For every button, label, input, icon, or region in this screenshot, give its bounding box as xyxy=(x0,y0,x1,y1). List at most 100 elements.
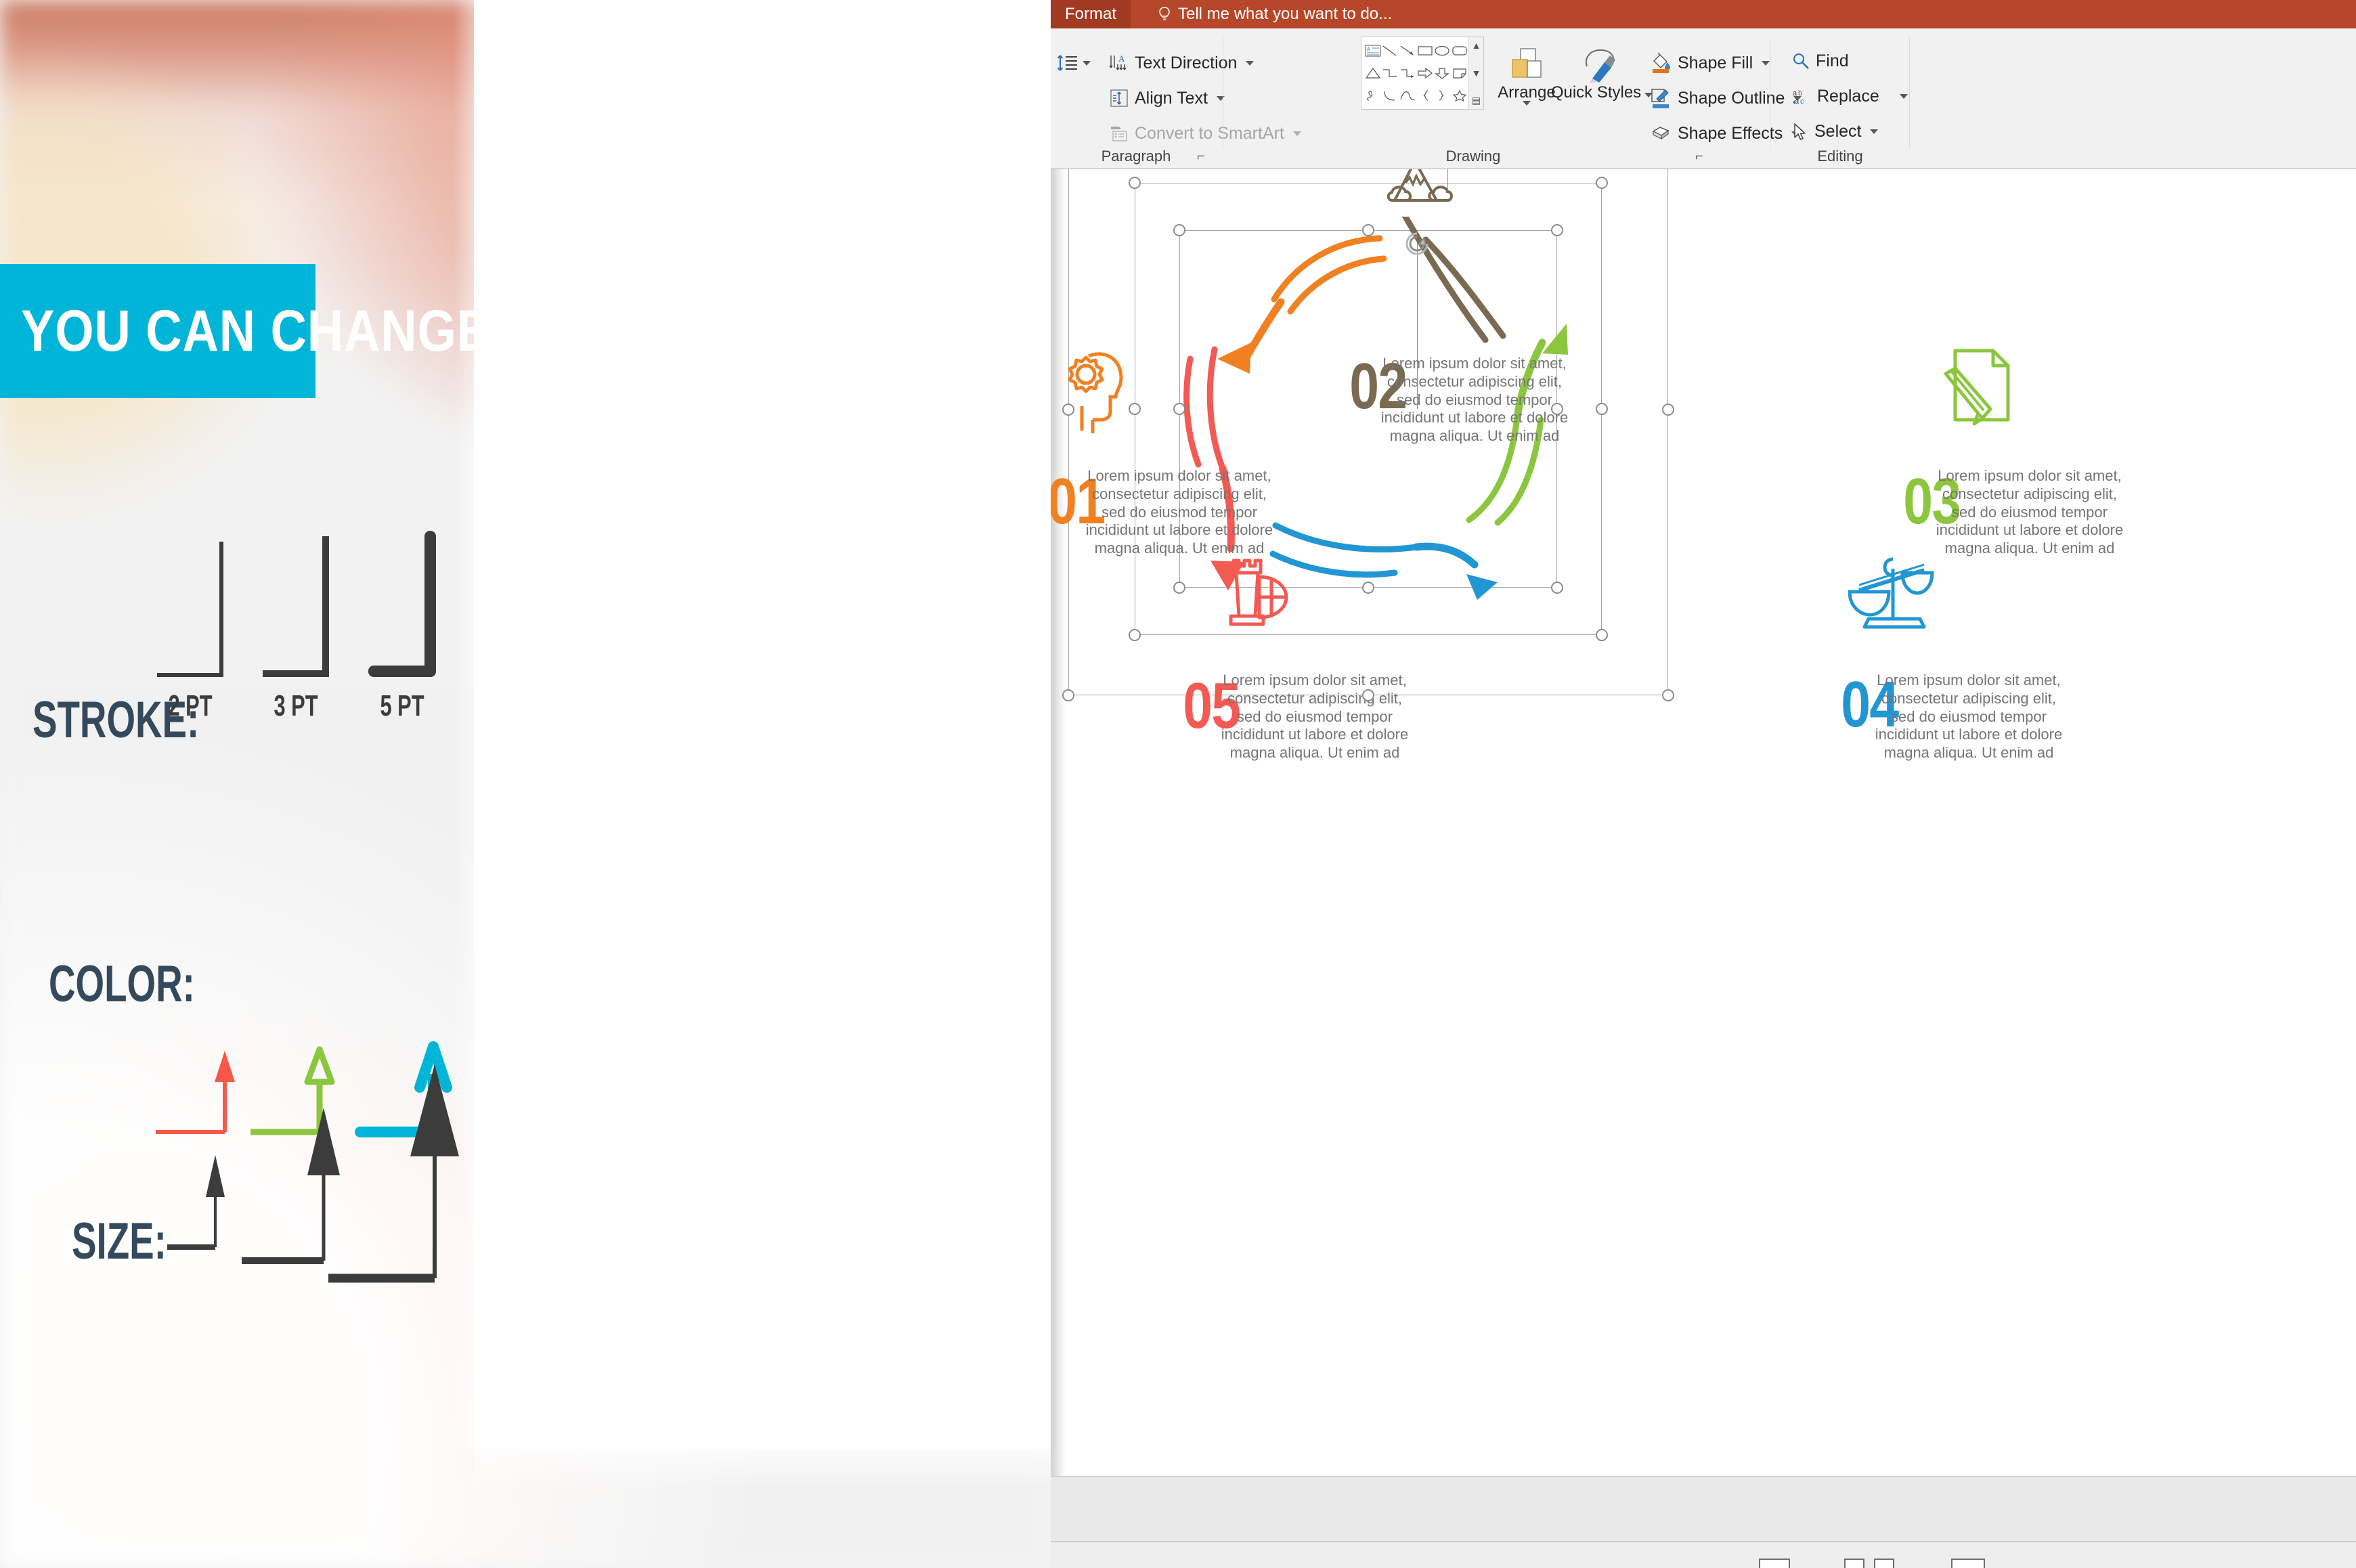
balance-scale-icon xyxy=(1848,557,1934,629)
paragraph-dialog-launcher[interactable]: ⌐ xyxy=(1197,149,1212,164)
group-label-paragraph: Paragraph xyxy=(1101,148,1171,165)
resize-handle[interactable] xyxy=(1062,689,1074,701)
tell-me-box[interactable]: Tell me what you want to do... xyxy=(1158,0,1392,28)
stroke-sample-2pt xyxy=(157,542,223,677)
shape-left-brace[interactable] xyxy=(1416,84,1434,106)
stroke-sample-5pt xyxy=(368,531,436,677)
select-button[interactable]: Select xyxy=(1791,122,1879,141)
resize-handle[interactable] xyxy=(1662,689,1674,701)
reading-view-button[interactable] xyxy=(1874,1559,1894,1568)
chevron-down-icon xyxy=(1870,129,1879,134)
shape-rounded-rectangle[interactable] xyxy=(1451,40,1468,62)
resize-handle[interactable] xyxy=(1551,224,1563,236)
left-slide-preview: YOU CAN CHANGE STROKE: 2 PT 3 PT 5 PT CO… xyxy=(0,0,1051,1568)
row-label-size: SIZE: xyxy=(72,1213,167,1270)
shape-scribble[interactable] xyxy=(1364,84,1382,106)
document-pen-icon xyxy=(1944,349,2010,426)
shape-star[interactable] xyxy=(1451,84,1468,106)
step-text-01: Lorem ipsum dolor sit amet, consectetur … xyxy=(1085,467,1273,557)
resize-handle[interactable] xyxy=(1362,689,1374,701)
align-text-icon xyxy=(1110,89,1128,107)
chevron-down-icon xyxy=(1899,94,1908,99)
more-shapes-icon[interactable]: ▤ xyxy=(1472,95,1481,106)
shape-down-arrow[interactable] xyxy=(1434,62,1452,85)
shape-connector-elbow[interactable] xyxy=(1382,62,1399,85)
find-button[interactable]: Find xyxy=(1791,51,1849,71)
resize-handle[interactable] xyxy=(1129,403,1141,415)
step-text-03: Lorem ipsum dolor sit amet, consectetur … xyxy=(1936,467,2124,557)
resize-handle[interactable] xyxy=(1129,629,1141,641)
white-card xyxy=(474,0,1051,1449)
shape-effects-label: Shape Effects xyxy=(1678,123,1783,143)
shape-fill-button[interactable]: Shape Fill xyxy=(1649,51,1770,74)
svg-text:a: a xyxy=(1795,97,1799,106)
rotate-stem xyxy=(1447,169,1448,191)
resize-handle[interactable] xyxy=(1173,224,1185,236)
step-text-02: Lorem ipsum dolor sit amet, consectetur … xyxy=(1380,355,1569,445)
slideshow-button[interactable] xyxy=(1951,1559,1985,1568)
replace-icon: a b a c xyxy=(1793,89,1804,106)
rotate-stem xyxy=(1417,242,1418,409)
stroke-caption-5pt: 5 PT xyxy=(380,689,424,722)
normal-view-button[interactable] xyxy=(1759,1559,1790,1568)
slide-sorter-button[interactable] xyxy=(1844,1559,1864,1568)
svg-text:A: A xyxy=(1367,47,1370,52)
rotate-handle[interactable] xyxy=(1403,230,1431,258)
tab-format[interactable]: Format xyxy=(1051,0,1131,28)
quick-styles-button[interactable]: Quick Styles xyxy=(1551,46,1653,101)
resize-handle[interactable] xyxy=(1596,403,1608,415)
shape-rectangle[interactable] xyxy=(1416,40,1434,62)
resize-handle[interactable] xyxy=(1173,403,1185,415)
group-label-drawing: Drawing xyxy=(1445,148,1501,165)
mountain-flag-icon xyxy=(1387,169,1453,202)
chess-rook-icon xyxy=(1229,559,1288,626)
resize-handle[interactable] xyxy=(1596,177,1608,189)
drawing-dialog-launcher[interactable]: ⌐ xyxy=(1695,149,1710,164)
shape-curve[interactable] xyxy=(1399,84,1416,106)
scroll-down-icon[interactable]: ▼ xyxy=(1472,68,1481,79)
ribbon: Paragraph ⌐ A Text Direction Align Text … xyxy=(1051,28,2356,169)
line-spacing-icon xyxy=(1057,55,1077,71)
shape-oval[interactable] xyxy=(1434,40,1452,62)
slide-canvas[interactable]: 02 Lorem ipsum dolor sit amet, consectet… xyxy=(1051,169,2356,1476)
resize-handle[interactable] xyxy=(1362,582,1374,594)
resize-handle[interactable] xyxy=(1551,403,1563,415)
shape-right-arrow[interactable] xyxy=(1416,62,1434,85)
shape-textbox[interactable]: A xyxy=(1364,40,1382,62)
title-banner: YOU CAN CHANGE xyxy=(0,264,490,398)
resize-handle[interactable] xyxy=(1362,224,1374,236)
scroll-up-icon[interactable]: ▲ xyxy=(1472,40,1481,51)
shape-line[interactable] xyxy=(1382,40,1399,62)
paint-bucket-icon xyxy=(1653,52,1670,73)
resize-handle[interactable] xyxy=(1062,404,1074,416)
shape-arc[interactable] xyxy=(1382,84,1399,106)
replace-button[interactable]: a b a c Replace xyxy=(1791,87,1908,106)
screen: YOU CAN CHANGE STROKE: 2 PT 3 PT 5 PT CO… xyxy=(0,0,2356,1568)
resize-handle[interactable] xyxy=(1662,404,1674,416)
stroke-caption-2pt: 2 PT xyxy=(168,689,213,722)
line-spacing-button[interactable] xyxy=(1056,51,1091,74)
powerpoint-window: Format Tell me what you want to do... Pa… xyxy=(1051,0,2356,1568)
status-bar xyxy=(1051,1476,2356,1568)
resize-handle[interactable] xyxy=(1173,582,1185,594)
ribbon-tab-strip: Format Tell me what you want to do... xyxy=(1051,0,2356,28)
shape-line-arrow[interactable] xyxy=(1399,40,1416,62)
align-text-label: Align Text xyxy=(1135,88,1208,108)
shape-folded-corner[interactable] xyxy=(1451,62,1468,85)
shape-gallery-scrollbar[interactable]: ▲ ▼ ▤ xyxy=(1468,37,1483,109)
arrange-button[interactable]: Arrange xyxy=(1493,46,1560,106)
shape-gallery[interactable]: A ▲ ▼ ▤ xyxy=(1361,37,1484,110)
group-separator xyxy=(1909,37,1910,149)
align-text-button[interactable]: Align Text xyxy=(1109,88,1225,108)
shape-effects-icon xyxy=(1652,127,1670,140)
resize-handle[interactable] xyxy=(1596,629,1608,641)
shape-outline-label: Shape Outline xyxy=(1678,88,1785,108)
chevron-down-icon xyxy=(1762,60,1770,66)
shape-triangle[interactable] xyxy=(1364,62,1382,85)
shape-connector-elbow-arrow[interactable] xyxy=(1399,62,1416,85)
svg-text:c: c xyxy=(1800,97,1804,106)
resize-handle[interactable] xyxy=(1551,582,1563,594)
resize-handle[interactable] xyxy=(1129,177,1141,189)
size-arrow-large xyxy=(328,1064,459,1283)
shape-right-brace[interactable] xyxy=(1434,84,1452,106)
